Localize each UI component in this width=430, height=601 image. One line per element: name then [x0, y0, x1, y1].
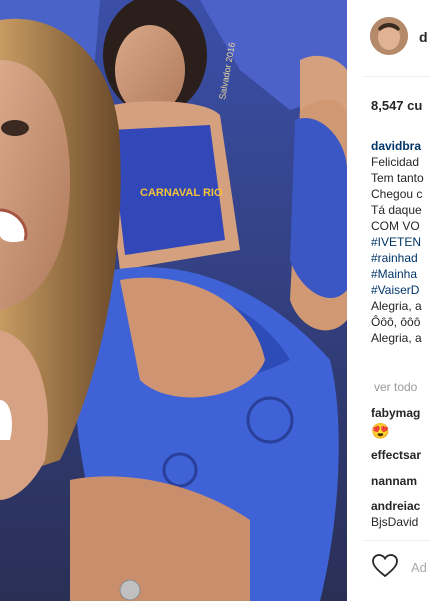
comment-text: 😍: [371, 423, 390, 440]
caption: davidbra Felicidad Tem tanto Chegou c Tá…: [371, 138, 424, 346]
comment: nannam: [371, 474, 417, 488]
hashtag-link[interactable]: #Mainha: [371, 266, 424, 282]
comment-text: BjsDavid: [371, 515, 419, 529]
comment-username[interactable]: effectsar: [371, 448, 421, 462]
post-photo-image: CARNAVAL RIO Salvador 2016: [0, 0, 347, 601]
caption-line: Alegria, a: [371, 331, 422, 345]
divider: [364, 76, 430, 77]
hashtag-link[interactable]: #IVETEN: [371, 234, 424, 250]
post-sidebar: d 8,547 cu davidbra Felicidad Tem tanto …: [347, 0, 430, 601]
hashtag-link[interactable]: #rainhad: [371, 250, 424, 266]
add-comment-input[interactable]: Ad: [411, 560, 427, 575]
view-all-comments-link[interactable]: ver todo: [374, 380, 417, 394]
comment: andreiac BjsDavid: [371, 499, 420, 529]
hashtag-link[interactable]: #VaiserD: [371, 282, 424, 298]
avatar[interactable]: [370, 17, 408, 55]
caption-line: Ôôô, ôôô: [371, 315, 421, 329]
comment-username[interactable]: nannam: [371, 474, 417, 488]
caption-line: Felicidad: [371, 155, 420, 169]
post-username[interactable]: d: [419, 29, 428, 45]
post-photo[interactable]: CARNAVAL RIO Salvador 2016: [0, 0, 347, 601]
heart-icon[interactable]: [372, 554, 398, 578]
caption-line: Tá daque: [371, 203, 422, 217]
avatar-image: [370, 17, 408, 55]
caption-username[interactable]: davidbra: [371, 138, 424, 154]
caption-line: Alegria, a: [371, 299, 422, 313]
comment-username[interactable]: andreiac: [371, 499, 420, 513]
shirt-text: CARNAVAL RIO: [140, 187, 223, 199]
caption-line: Chegou c: [371, 187, 423, 201]
comment: effectsar: [371, 448, 421, 462]
caption-line: COM VO: [371, 219, 420, 233]
comment-username[interactable]: fabymag: [371, 406, 420, 420]
likes-count[interactable]: 8,547 cu: [371, 98, 422, 113]
divider: [364, 540, 430, 541]
caption-line: Tem tanto: [371, 171, 424, 185]
comment: fabymag 😍: [371, 406, 420, 440]
